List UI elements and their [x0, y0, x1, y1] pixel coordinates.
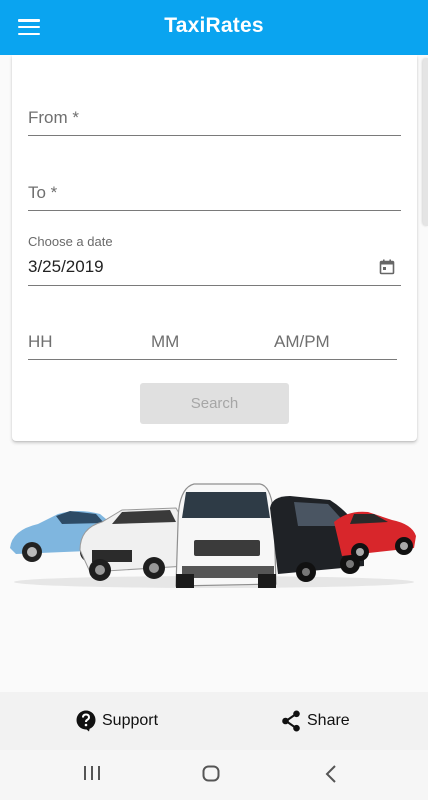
to-placeholder: To * — [28, 183, 58, 202]
hour-field[interactable]: HH — [28, 332, 53, 352]
search-form-card: From * To * Choose a date 3/25/2019 HH M… — [12, 55, 417, 441]
system-nav-bar — [0, 750, 428, 800]
from-placeholder: From * — [28, 108, 79, 127]
calendar-icon[interactable] — [379, 259, 395, 275]
bottom-bar: Support Share — [0, 692, 428, 750]
ampm-field[interactable]: AM/PM — [274, 332, 330, 352]
menu-icon[interactable] — [18, 16, 40, 38]
share-label: Share — [307, 712, 350, 729]
date-value: 3/25/2019 — [28, 257, 104, 276]
search-button[interactable]: Search — [140, 383, 289, 424]
back-icon[interactable] — [325, 765, 337, 783]
support-label: Support — [102, 712, 159, 729]
support-button[interactable]: Support — [76, 710, 158, 732]
from-field[interactable]: From * — [28, 95, 401, 136]
date-label: Choose a date — [28, 234, 113, 249]
date-field[interactable]: Choose a date 3/25/2019 — [28, 230, 401, 286]
share-button[interactable]: Share — [281, 710, 350, 732]
white-van-image — [175, 483, 277, 588]
minute-field[interactable]: MM — [151, 332, 179, 352]
to-field[interactable]: To * — [28, 170, 401, 211]
app-title: TaxiRates — [164, 13, 264, 37]
recents-icon[interactable] — [83, 765, 101, 781]
app-bar: TaxiRates — [0, 0, 428, 55]
help-circle-icon — [76, 710, 96, 732]
side-drawer-edge[interactable] — [423, 58, 428, 226]
share-icon — [282, 710, 300, 732]
red-car-image — [334, 511, 416, 561]
time-row: HH MM AM/PM — [28, 323, 397, 360]
home-icon[interactable] — [202, 765, 220, 783]
cars-illustration — [10, 483, 416, 588]
